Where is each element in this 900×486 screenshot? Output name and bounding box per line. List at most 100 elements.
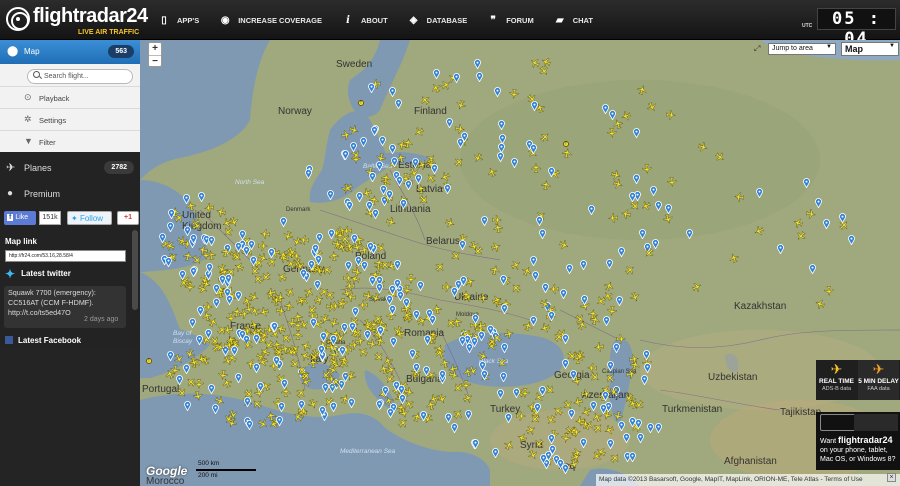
airport-pin-icon[interactable]: [511, 155, 518, 169]
airport-pin-icon[interactable]: [253, 360, 260, 374]
plane-marker[interactable]: [558, 240, 569, 250]
logo[interactable]: flightradar24 LIVE AIR TRAFFIC: [6, 5, 148, 37]
plane-marker[interactable]: [397, 418, 408, 428]
map-link-field[interactable]: http://fr24.com/53.16,28.58/4: [5, 250, 126, 262]
plane-marker[interactable]: [516, 411, 526, 421]
close-icon[interactable]: ×: [887, 473, 896, 482]
airport-pin-icon[interactable]: [371, 123, 378, 137]
plane-marker[interactable]: [628, 354, 639, 364]
plane-marker[interactable]: [300, 351, 311, 361]
airport-pin-icon[interactable]: [602, 101, 609, 115]
plane-marker[interactable]: [609, 386, 619, 397]
plane-marker[interactable]: [442, 282, 452, 292]
airport-pin-icon[interactable]: [643, 347, 650, 361]
airport-pin-icon[interactable]: [243, 243, 250, 257]
airport-pin-icon[interactable]: [308, 257, 315, 271]
airport-pin-icon[interactable]: [497, 149, 504, 163]
airport-pin-icon[interactable]: [417, 278, 424, 292]
plane-marker[interactable]: [283, 230, 294, 241]
airport-pin-icon[interactable]: [369, 169, 376, 183]
plane-marker[interactable]: [665, 110, 676, 120]
plane-marker[interactable]: [534, 439, 544, 449]
airport-pin-icon[interactable]: [183, 361, 190, 375]
airport-pin-icon[interactable]: [348, 395, 355, 409]
airport-pin-icon[interactable]: [190, 264, 197, 278]
plane-marker[interactable]: [662, 213, 673, 224]
airport-pin-icon[interactable]: [389, 141, 396, 155]
airport-pin-icon[interactable]: [566, 261, 573, 275]
airport-pin-icon[interactable]: [239, 227, 246, 241]
plane-marker[interactable]: [642, 164, 652, 174]
airport-pin-icon[interactable]: [618, 418, 625, 432]
airport-pin-icon[interactable]: [777, 241, 784, 255]
plane-marker[interactable]: [287, 246, 297, 257]
airport-pin-icon[interactable]: [361, 258, 368, 272]
airport-pin-icon[interactable]: [455, 277, 462, 291]
airport-pin-icon[interactable]: [305, 166, 312, 180]
airport-pin-icon[interactable]: [629, 449, 636, 463]
plane-marker[interactable]: [607, 127, 617, 138]
airport-pin-icon[interactable]: [400, 196, 407, 210]
airport-pin-icon[interactable]: [208, 233, 215, 247]
airport-pin-icon[interactable]: [239, 327, 246, 341]
plane-marker[interactable]: [299, 235, 309, 245]
airport-pin-icon[interactable]: [445, 410, 452, 424]
airport-pin-icon[interactable]: [327, 187, 334, 201]
airport-pin-icon[interactable]: [650, 183, 657, 197]
plane-marker[interactable]: [596, 296, 607, 306]
plane-marker[interactable]: [594, 342, 605, 352]
plane-marker[interactable]: [453, 409, 463, 420]
plane-marker[interactable]: [242, 296, 252, 307]
airport-pin-icon[interactable]: [580, 257, 587, 271]
nav-chat[interactable]: ▰ CHAT: [554, 15, 593, 26]
airport-pin-icon[interactable]: [350, 139, 357, 153]
plane-marker[interactable]: [403, 138, 413, 149]
plane-marker[interactable]: [232, 307, 242, 318]
plane-marker[interactable]: [630, 201, 640, 211]
airport-pin-icon[interactable]: [398, 382, 405, 396]
airport-pin-icon[interactable]: [372, 206, 379, 220]
plane-marker[interactable]: [358, 300, 368, 310]
airport-pin-icon[interactable]: [386, 187, 393, 201]
airport-pin-icon[interactable]: [268, 245, 275, 259]
airport-pin-icon[interactable]: [540, 451, 547, 465]
airport-pin-icon[interactable]: [756, 185, 763, 199]
airport-pin-icon[interactable]: [167, 348, 174, 362]
airport-pin-icon[interactable]: [562, 356, 569, 370]
plane-marker[interactable]: [634, 399, 644, 410]
plane-marker[interactable]: [383, 356, 393, 367]
plane-marker[interactable]: [362, 187, 373, 198]
plane-marker[interactable]: [545, 385, 555, 395]
airport-pin-icon[interactable]: [330, 332, 337, 346]
nav-forum[interactable]: ❞ FORUM: [487, 15, 534, 26]
airport-pin-icon[interactable]: [405, 177, 412, 191]
plane-marker[interactable]: [307, 398, 318, 409]
plane-marker[interactable]: [420, 95, 430, 106]
airport-pin-icon[interactable]: [213, 281, 220, 295]
airport-pin-icon[interactable]: [389, 302, 396, 316]
airport-pin-icon[interactable]: [633, 171, 640, 185]
plane-marker[interactable]: [224, 413, 234, 424]
airport-pin-icon[interactable]: [433, 66, 440, 80]
plane-marker[interactable]: [531, 163, 541, 173]
zoom-out-button[interactable]: −: [149, 55, 161, 67]
airport-pin-icon[interactable]: [588, 202, 595, 216]
plane-marker[interactable]: [285, 287, 295, 298]
plane-marker[interactable]: [338, 355, 349, 366]
plane-marker[interactable]: [322, 265, 333, 275]
legend-realtime[interactable]: ✈ REAL TIME ADS-B data: [816, 360, 857, 400]
plane-marker[interactable]: [186, 377, 196, 387]
airport-pin-icon[interactable]: [606, 256, 613, 270]
fullscreen-icon[interactable]: ⤢: [754, 44, 760, 54]
airport-pin-icon[interactable]: [206, 260, 213, 274]
airport-pin-icon[interactable]: [534, 400, 541, 414]
sidebar-item-settings[interactable]: ✲ Settings: [0, 108, 140, 130]
airport-pin-icon[interactable]: [190, 231, 197, 245]
airport-pin-icon[interactable]: [478, 328, 485, 342]
airport-pin-icon[interactable]: [426, 306, 433, 320]
airport-pin-icon[interactable]: [562, 331, 569, 345]
airport-pin-icon[interactable]: [366, 198, 373, 212]
airport-pin-icon[interactable]: [568, 406, 575, 420]
airport-pin-icon[interactable]: [423, 363, 430, 377]
plane-marker[interactable]: [697, 141, 708, 152]
